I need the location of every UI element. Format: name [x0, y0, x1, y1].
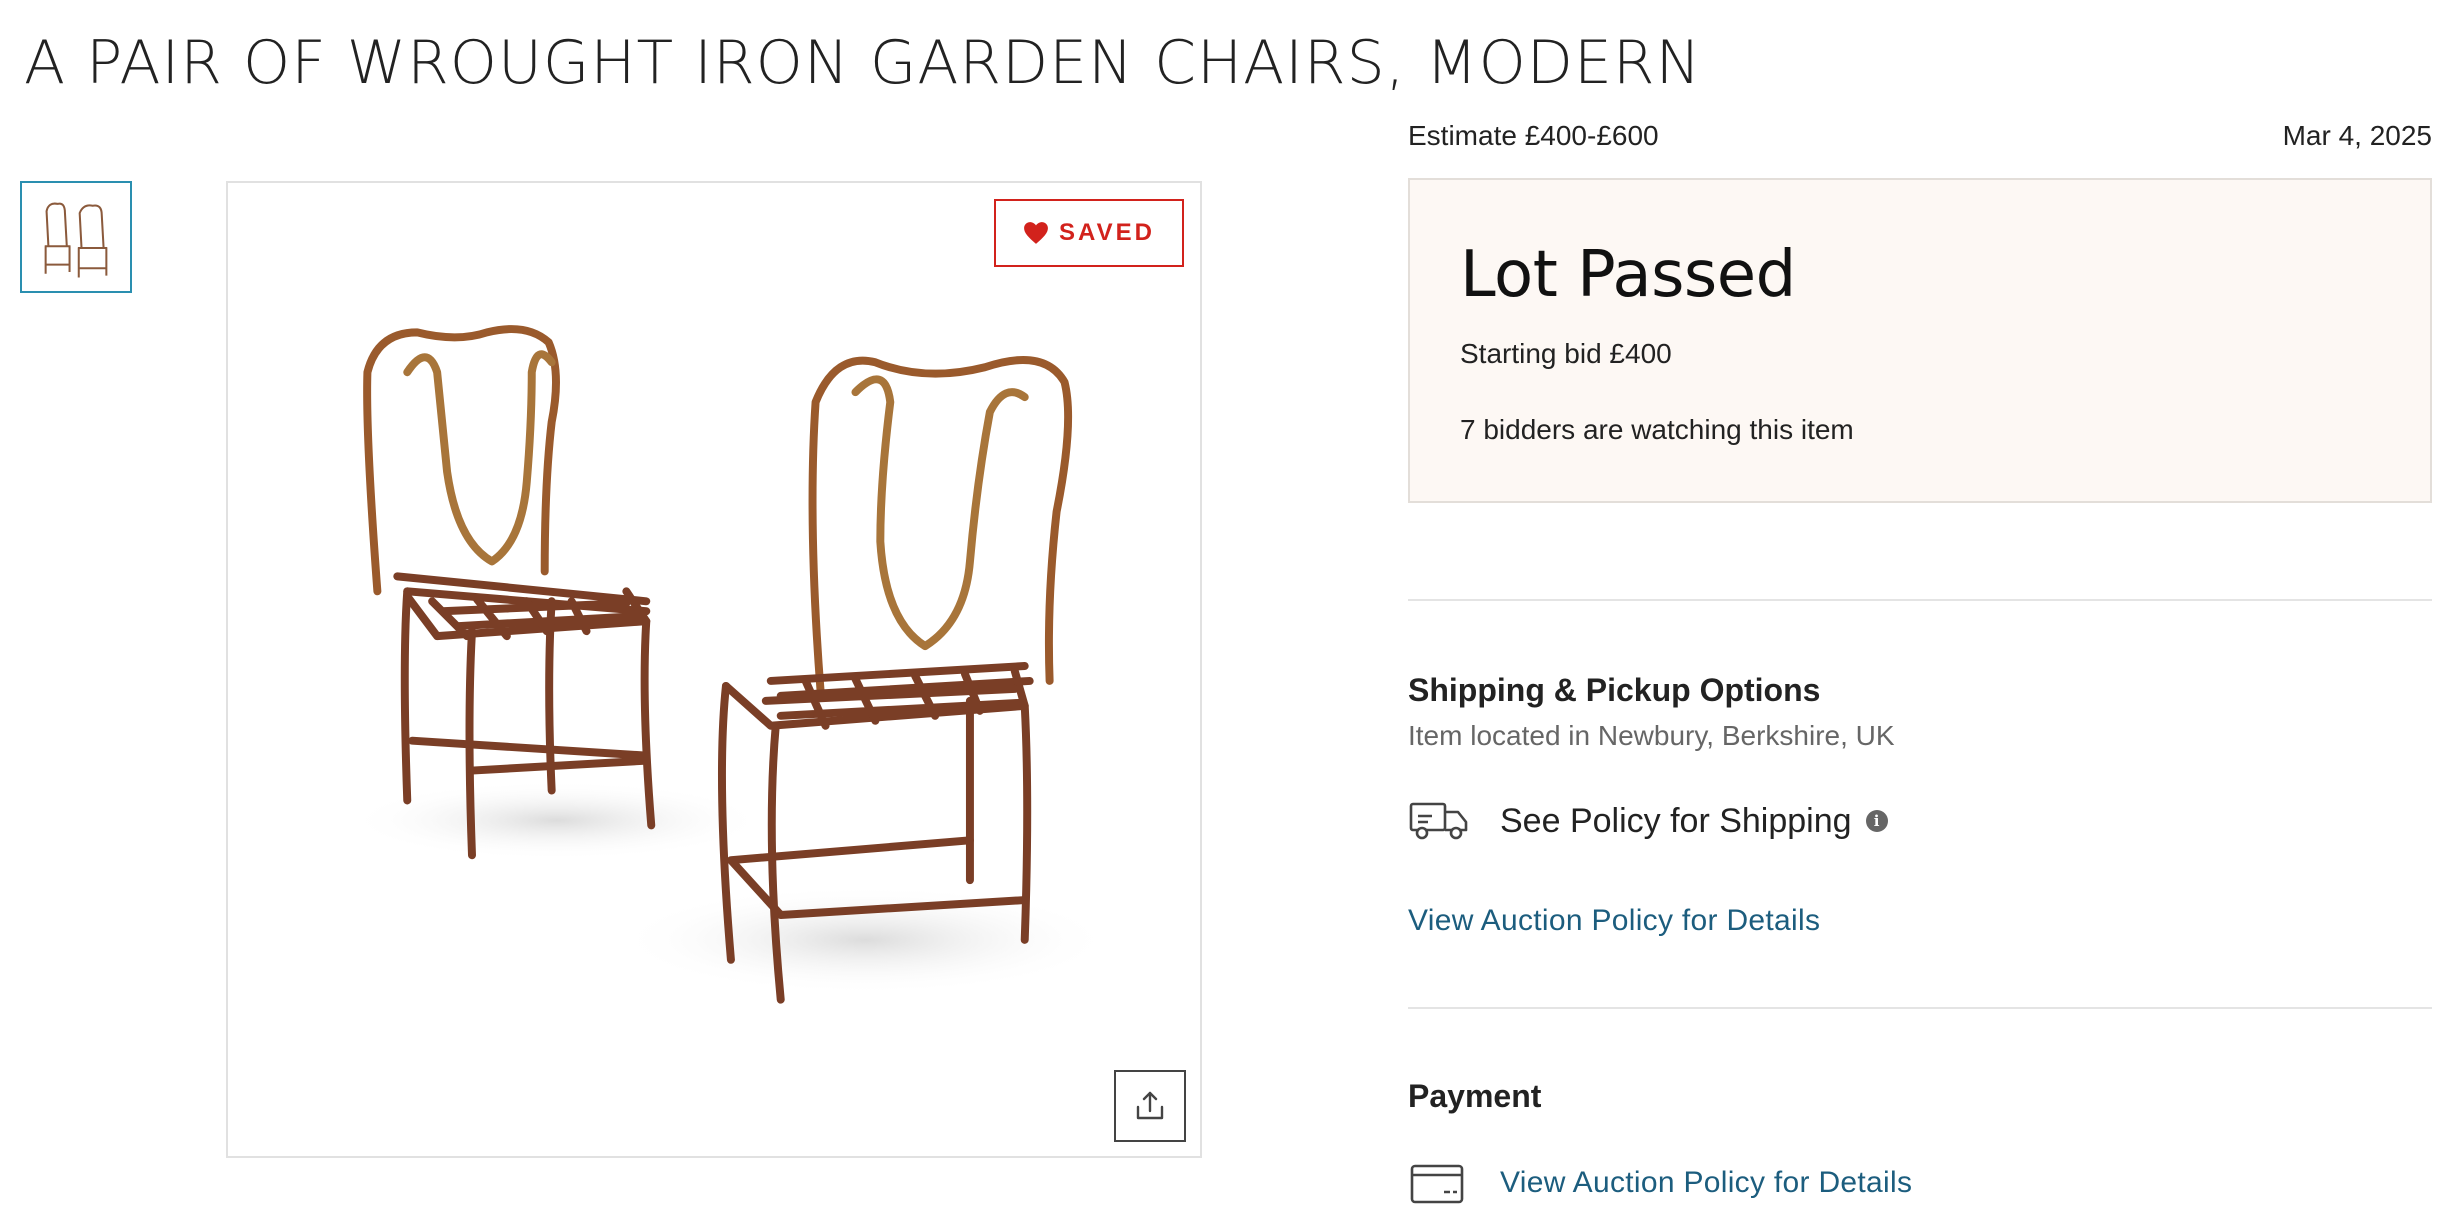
thumbnail-chairs-image	[44, 202, 108, 278]
item-location: Item located in Newbury, Berkshire, UK	[1408, 720, 1895, 751]
section-divider	[1408, 1007, 2432, 1009]
payment-policy-row: View Auction Policy for Details	[1408, 1160, 1912, 1206]
share-button[interactable]	[1114, 1070, 1186, 1142]
credit-card-icon	[1408, 1160, 1470, 1206]
lot-status-panel: Lot Passed Starting bid £400 7 bidders a…	[1408, 178, 2432, 503]
wrought-iron-chairs-image	[347, 325, 1115, 1004]
shipping-heading: Shipping & Pickup Options	[1408, 672, 1821, 708]
info-icon[interactable]: i	[1865, 810, 1888, 832]
auction-date: Mar 4, 2025	[2282, 120, 2432, 151]
saved-label: SAVED	[1059, 219, 1155, 246]
main-product-image: SAVED	[226, 181, 1202, 1158]
shipping-policy-link[interactable]: View Auction Policy for Details	[1408, 904, 1820, 938]
thumbnail-image[interactable]	[20, 181, 132, 293]
truck-icon	[1408, 798, 1470, 844]
watchers-text: 7 bidders are watching this item	[1460, 414, 1854, 445]
section-divider	[1408, 599, 2432, 601]
shipping-policy-row: See Policy for Shipping i	[1408, 798, 1888, 844]
saved-button[interactable]: SAVED	[994, 199, 1184, 267]
heart-icon	[1024, 222, 1048, 244]
share-icon	[1136, 1091, 1164, 1120]
lot-status-title: Lot Passed	[1460, 238, 1796, 312]
shipping-policy-label: See Policy for Shipping	[1500, 801, 1852, 840]
payment-heading: Payment	[1408, 1078, 1542, 1114]
payment-policy-link[interactable]: View Auction Policy for Details	[1500, 1166, 1912, 1200]
lot-title: A PAIR OF WROUGHT IRON GARDEN CHAIRS, MO…	[24, 28, 1702, 98]
estimate-text: Estimate £400-£600	[1408, 120, 1659, 151]
starting-bid-text: Starting bid £400	[1460, 338, 1672, 369]
